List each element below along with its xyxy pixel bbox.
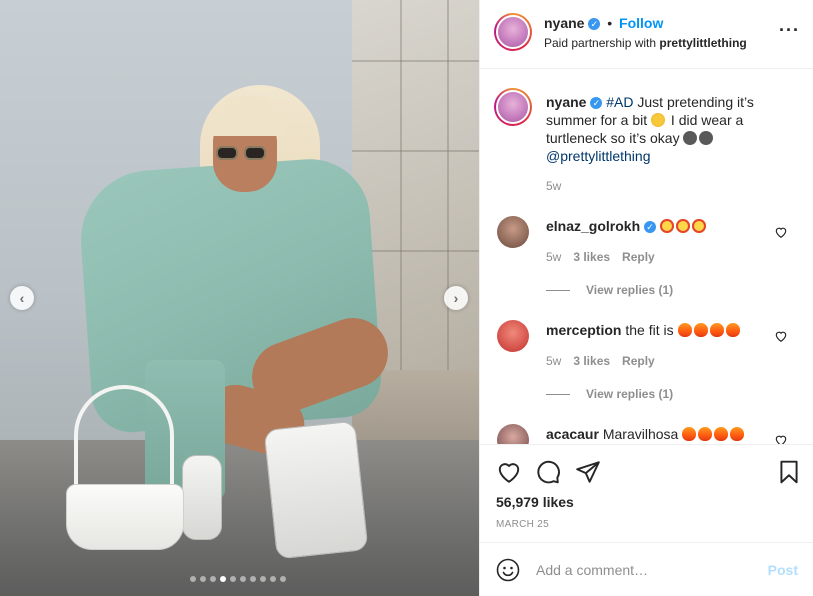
- grimace-emoji-icon: [683, 131, 698, 145]
- avatar[interactable]: [494, 13, 532, 51]
- commenter-avatar[interactable]: [497, 320, 529, 352]
- author-username[interactable]: nyane: [544, 15, 584, 31]
- post-details-panel: nyane ✓ • Follow Paid partnership with p…: [479, 0, 813, 596]
- comment-meta: 5w 3 likes Reply: [546, 250, 667, 264]
- share-paper-plane-icon[interactable]: [575, 459, 601, 485]
- photo-boot: [263, 420, 369, 560]
- carousel-dot: [280, 576, 286, 582]
- separator-dot: •: [607, 15, 613, 31]
- carousel-dot: [230, 576, 236, 582]
- comment-meta: 5w 3 likes Reply: [546, 354, 667, 368]
- reply-button[interactable]: Reply: [622, 354, 655, 368]
- comment-like-icon[interactable]: [774, 225, 788, 239]
- partner-link[interactable]: prettylittlething: [659, 36, 746, 50]
- verified-badge-icon: ✓: [590, 97, 603, 109]
- emoji-picker-icon[interactable]: [496, 558, 520, 582]
- fire-emoji-icon: [709, 323, 724, 337]
- view-replies-button[interactable]: View replies (1): [546, 387, 673, 401]
- comment-time[interactable]: 5w: [546, 250, 561, 264]
- like-heart-icon[interactable]: [496, 459, 522, 485]
- fire-emoji-icon: [730, 427, 745, 441]
- carousel-indicator: [190, 576, 286, 582]
- comment-likes[interactable]: 3 likes: [573, 354, 610, 368]
- verified-badge-icon: ✓: [588, 18, 601, 30]
- verified-badge-icon: ✓: [644, 221, 657, 233]
- fire-emoji-icon: [693, 323, 708, 337]
- comments-section[interactable]: nyane ✓ #AD Just pretending it’s summer …: [480, 70, 813, 444]
- post-comment-button[interactable]: Post: [768, 562, 798, 578]
- comment-likes[interactable]: 3 likes: [573, 250, 610, 264]
- comment-bubble-icon[interactable]: [535, 459, 561, 485]
- likes-count[interactable]: 56,979 likes: [496, 494, 574, 510]
- comment-username[interactable]: elnaz_golrokh: [546, 218, 640, 234]
- carousel-dot: [240, 576, 246, 582]
- comment-input[interactable]: [536, 560, 756, 580]
- paid-partnership-label: Paid partnership with prettylittlething: [544, 36, 747, 50]
- mention-link[interactable]: @prettylittlething: [546, 148, 650, 164]
- comment-text: acacaur Maravilhosa: [546, 426, 746, 442]
- heart-eyes-emoji-icon: [691, 219, 706, 233]
- comment-username[interactable]: acacaur: [546, 426, 599, 442]
- follow-button[interactable]: Follow: [619, 15, 663, 31]
- save-bookmark-icon[interactable]: [776, 459, 802, 485]
- heart-eyes-emoji-icon: [675, 219, 690, 233]
- carousel-next-button[interactable]: ›: [444, 286, 468, 310]
- carousel-dot: [200, 576, 206, 582]
- post-date[interactable]: MARCH 25: [496, 519, 549, 530]
- post-photo[interactable]: ‹ ›: [0, 0, 479, 596]
- carousel-dot: [220, 576, 226, 582]
- post-actions: 56,979 likes MARCH 25: [480, 444, 813, 544]
- caption-time[interactable]: 5w: [546, 179, 561, 193]
- carousel-dot: [260, 576, 266, 582]
- heart-eyes-emoji-icon: [659, 219, 674, 233]
- comment-username[interactable]: merception: [546, 322, 621, 338]
- commenter-avatar[interactable]: [497, 424, 529, 444]
- carousel-prev-button[interactable]: ‹: [10, 286, 34, 310]
- grimace-emoji-icon: [699, 131, 714, 145]
- comment-like-icon[interactable]: [774, 433, 788, 444]
- carousel-dot: [270, 576, 276, 582]
- photo-boot: [182, 455, 222, 540]
- fire-emoji-icon: [682, 427, 697, 441]
- view-replies-button[interactable]: View replies (1): [546, 283, 673, 297]
- fire-emoji-icon: [677, 323, 692, 337]
- reply-button[interactable]: Reply: [622, 250, 655, 264]
- fire-emoji-icon: [725, 323, 740, 337]
- hashtag-link[interactable]: #AD: [606, 94, 633, 110]
- more-options-icon[interactable]: ···: [779, 21, 800, 39]
- sun-emoji-icon: [651, 113, 666, 127]
- add-comment-bar: Post: [480, 542, 813, 596]
- carousel-dot: [250, 576, 256, 582]
- post-header: nyane ✓ • Follow Paid partnership with p…: [480, 0, 813, 69]
- comment-time[interactable]: 5w: [546, 354, 561, 368]
- caption-avatar[interactable]: [494, 88, 532, 126]
- commenter-avatar[interactable]: [497, 216, 529, 248]
- carousel-dot: [190, 576, 196, 582]
- photo-bag: [66, 484, 184, 550]
- carousel-dot: [210, 576, 216, 582]
- caption-text: nyane ✓ #AD Just pretending it’s summer …: [546, 94, 754, 164]
- fire-emoji-icon: [698, 427, 713, 441]
- fire-emoji-icon: [714, 427, 729, 441]
- comment-text: merception the fit is: [546, 322, 742, 338]
- comment-text: elnaz_golrokh ✓: [546, 218, 708, 234]
- photo-sunglasses: [216, 146, 270, 162]
- comment-like-icon[interactable]: [774, 329, 788, 343]
- caption-username[interactable]: nyane: [546, 94, 586, 110]
